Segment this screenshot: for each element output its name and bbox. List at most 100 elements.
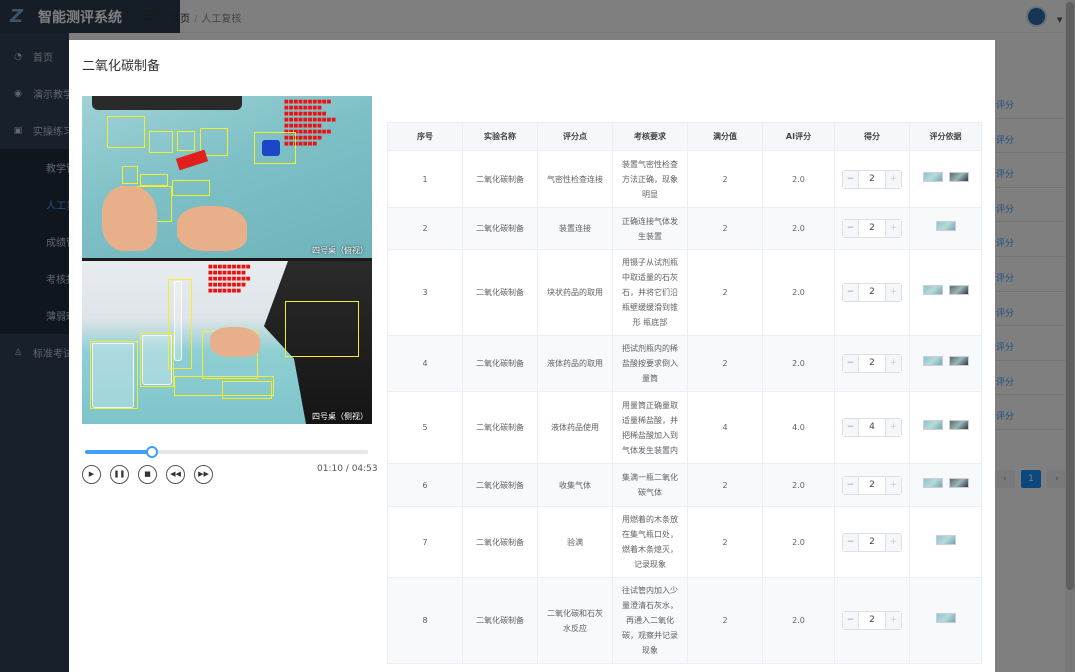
ai-score: 2.0 — [762, 150, 835, 208]
requirement: 用镊子从试剂瓶中取适量的石灰石，并将它们沿瓶壁缓缓滑到锥形 瓶底部 — [612, 249, 688, 336]
detection-box — [285, 301, 359, 357]
evidence-thumbnail[interactable] — [922, 477, 943, 488]
scoring-point: 块状药品的取用 — [537, 249, 613, 336]
score-value[interactable]: 2 — [859, 221, 885, 236]
scoring-point: 装置连接 — [537, 207, 613, 250]
full-score: 4 — [687, 391, 763, 464]
minus-icon[interactable]: − — [843, 612, 859, 629]
plus-icon[interactable]: + — [885, 170, 901, 188]
experiment-name: 二氧化碳制备 — [462, 249, 538, 336]
minus-icon[interactable]: − — [843, 170, 859, 188]
video-progress[interactable] — [85, 446, 368, 458]
evidence-cell — [909, 150, 982, 208]
score-stepper[interactable]: −2 + — [842, 611, 902, 630]
evidence-thumbnail[interactable] — [922, 285, 943, 295]
experiment-name: 二氧化碳制备 — [462, 335, 538, 392]
prev-icon[interactable]: ◀◀ — [166, 465, 185, 484]
experiment-name: 二氧化碳制备 — [462, 506, 538, 578]
detection-box — [172, 180, 210, 196]
score-value[interactable]: 2 — [859, 285, 885, 300]
detection-box — [140, 174, 168, 186]
score-stepper[interactable]: −2 + — [842, 354, 902, 373]
evidence-thumbnail[interactable] — [948, 420, 969, 430]
minus-icon[interactable]: − — [843, 355, 859, 372]
minus-icon[interactable]: − — [843, 533, 859, 551]
plus-icon[interactable]: + — [885, 284, 901, 301]
evidence-thumbnail[interactable] — [922, 171, 943, 182]
ai-score: 2.0 — [762, 506, 835, 578]
column-header: 评分点 — [537, 122, 613, 151]
hand-shape — [102, 186, 157, 251]
detection-box — [149, 131, 173, 153]
video-player[interactable]: ■■■■■■■■■■ ■■■■■■■■ ■■■■■■■■■ ■■■■■■■■■■■ ■■… — [82, 96, 372, 424]
plus-icon[interactable]: + — [885, 355, 901, 372]
evidence-cell — [909, 335, 982, 392]
score-stepper[interactable]: −2 + — [842, 283, 902, 302]
plus-icon[interactable]: + — [885, 612, 901, 629]
score-value[interactable]: 2 — [859, 356, 885, 371]
camera-label-side: 四号桌（侧视） — [312, 412, 368, 421]
full-score: 2 — [687, 335, 763, 392]
play-icon[interactable]: ▶ — [82, 465, 101, 484]
evidence-thumbnail[interactable] — [922, 420, 943, 430]
score-stepper[interactable]: −2 + — [842, 219, 902, 238]
score-cell: −2 + — [834, 249, 910, 336]
plus-icon[interactable]: + — [885, 476, 901, 494]
ai-score: 2.0 — [762, 249, 835, 336]
stop-icon[interactable]: ■ — [138, 465, 157, 484]
experiment-name: 二氧化碳制备 — [462, 207, 538, 250]
plus-icon[interactable]: + — [885, 533, 901, 551]
detection-box — [168, 279, 192, 369]
plus-icon[interactable]: + — [885, 419, 901, 436]
requirement: 往试管内加入少量澄清石灰水，再通入二氧化碳，观察并记录现象 — [612, 577, 688, 664]
scoring-point: 气密性检查连接 — [537, 150, 613, 208]
full-score: 2 — [687, 463, 763, 507]
evidence-thumbnail[interactable] — [948, 477, 969, 488]
requirement: 装置气密性检查方法正确，现象明显 — [612, 150, 688, 208]
row-number: 1 — [387, 150, 463, 208]
evidence-thumbnail[interactable] — [948, 356, 969, 366]
requirement: 正确连接气体发生装置 — [612, 207, 688, 250]
experiment-name: 二氧化碳制备 — [462, 150, 538, 208]
video-time: 01:10 / 04:53 — [317, 464, 378, 474]
scoring-point: 二氧化碳和石灰水反应 — [537, 577, 613, 664]
evidence-cell — [909, 207, 982, 250]
score-cell: −2 + — [834, 207, 910, 250]
experiment-name: 二氧化碳制备 — [462, 463, 538, 507]
table-row: 6 二氧化碳制备 收集气体 集满一瓶二氧化碳气体 2 2.0−2 + — [387, 463, 982, 507]
score-value[interactable]: 2 — [859, 535, 885, 550]
evidence-thumbnail[interactable] — [935, 534, 956, 545]
evidence-cell — [909, 506, 982, 578]
score-cell: −2 + — [834, 577, 910, 664]
table-header-row: 序号 实验名称 评分点 考核要求 满分值 AI评分 得分 评分依据 — [387, 122, 982, 151]
score-stepper[interactable]: −2 + — [842, 169, 902, 189]
evidence-thumbnail[interactable] — [922, 356, 943, 366]
score-stepper[interactable]: −2 + — [842, 475, 902, 495]
experiment-name: 二氧化碳制备 — [462, 577, 538, 664]
detection-box — [90, 341, 138, 409]
pause-icon[interactable]: ❚❚ — [110, 465, 129, 484]
next-icon[interactable]: ▶▶ — [194, 465, 213, 484]
evidence-thumbnail[interactable] — [948, 171, 969, 182]
minus-icon[interactable]: − — [843, 476, 859, 494]
scoring-table: 序号 实验名称 评分点 考核要求 满分值 AI评分 得分 评分依据 1 二氧化碳制… — [387, 122, 982, 664]
plus-icon[interactable]: + — [885, 220, 901, 237]
score-stepper[interactable]: −4 + — [842, 418, 902, 437]
minus-icon[interactable]: − — [843, 419, 859, 436]
video-progress-handle[interactable] — [145, 446, 158, 458]
evidence-thumbnail[interactable] — [948, 285, 969, 295]
evidence-thumbnail[interactable] — [935, 613, 956, 623]
minus-icon[interactable]: − — [843, 220, 859, 237]
minus-icon[interactable]: − — [843, 284, 859, 301]
column-header: 实验名称 — [462, 122, 538, 151]
score-value[interactable]: 2 — [859, 172, 885, 187]
score-value[interactable]: 4 — [859, 420, 885, 435]
column-header: 满分值 — [687, 122, 763, 151]
score-value[interactable]: 2 — [859, 613, 885, 628]
score-value[interactable]: 2 — [859, 478, 885, 493]
evidence-cell — [909, 577, 982, 664]
detection-box — [222, 381, 272, 399]
table-row: 5 二氧化碳制备 液体药品使用 用量筒正确量取适量稀盐酸，并把稀盐酸加入到气体发生装置… — [387, 391, 982, 464]
score-stepper[interactable]: −2 + — [842, 532, 902, 552]
evidence-thumbnail[interactable] — [935, 221, 956, 231]
